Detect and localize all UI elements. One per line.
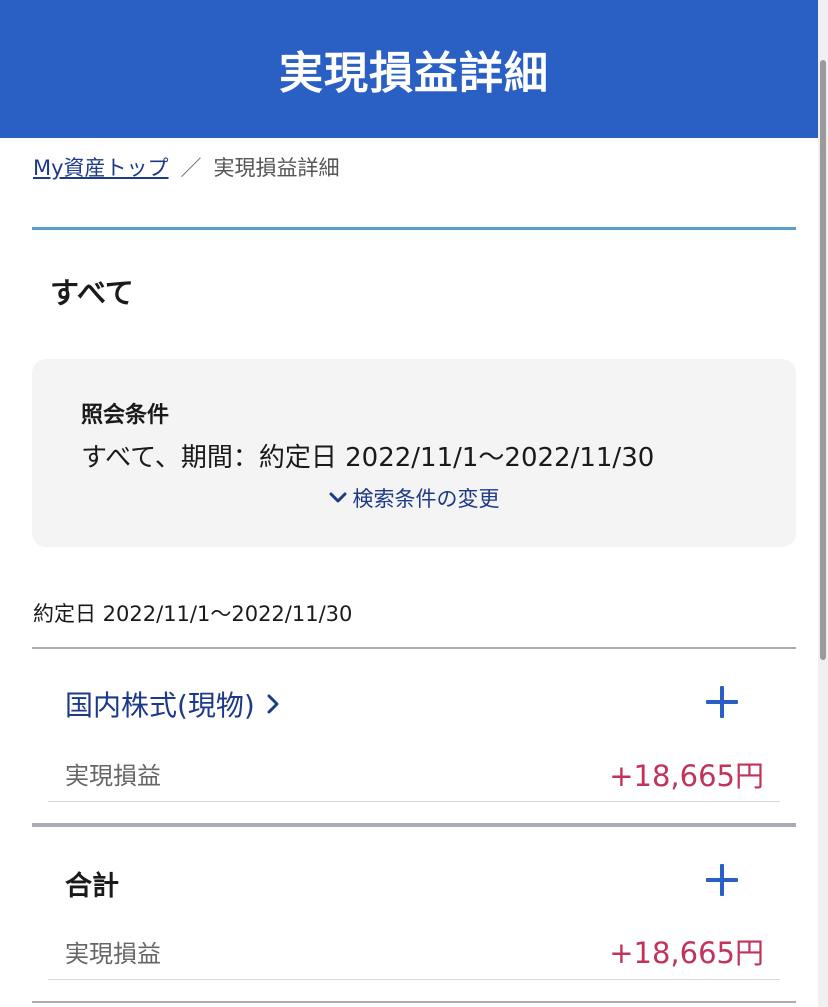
scrollbar-thumb[interactable] [820,60,826,660]
expand-plus-icon[interactable] [706,864,738,896]
row-divider [48,801,780,802]
change-conditions-label: 検索条件の変更 [352,487,500,511]
chevron-down-icon [329,492,346,503]
total-row-value: +18,665円 [609,936,764,970]
breadcrumb-current: 実現損益詳細 [213,156,340,180]
divider [32,647,796,649]
total-divider [32,823,796,827]
category-row-label: 実現損益 [65,762,161,790]
change-conditions-link[interactable]: 検索条件の変更 [32,483,796,513]
section-divider [32,227,796,230]
conditions-text: すべて、期間：約定日 2022/11/1〜2022/11/30 [81,443,655,473]
category-name: 国内株式(現物) [65,689,255,722]
total-row-label: 実現損益 [65,940,161,968]
category-link-domestic-stock[interactable]: 国内株式(現物) [65,684,279,724]
breadcrumb-separator: ／ [180,156,202,180]
conditions-label: 照会条件 [81,403,170,428]
row-divider [48,979,780,980]
category-row-value: +18,665円 [609,759,764,793]
breadcrumb-home-link[interactable]: My資産トップ [33,152,169,182]
divider [32,1001,796,1003]
search-conditions-panel: 照会条件 すべて、期間：約定日 2022/11/1〜2022/11/30 検索条… [32,359,796,547]
page-title: 実現損益詳細 [279,48,549,99]
chevron-right-icon [267,694,279,714]
expand-plus-icon[interactable] [706,686,738,718]
section-title: すべて [50,276,134,310]
page-header: 実現損益詳細 [0,0,828,138]
scrollbar[interactable] [818,0,828,1007]
period-text: 約定日 2022/11/1〜2022/11/30 [33,602,353,626]
breadcrumb: My資産トップ ／ 実現損益詳細 [33,152,340,182]
total-name: 合計 [65,871,119,902]
